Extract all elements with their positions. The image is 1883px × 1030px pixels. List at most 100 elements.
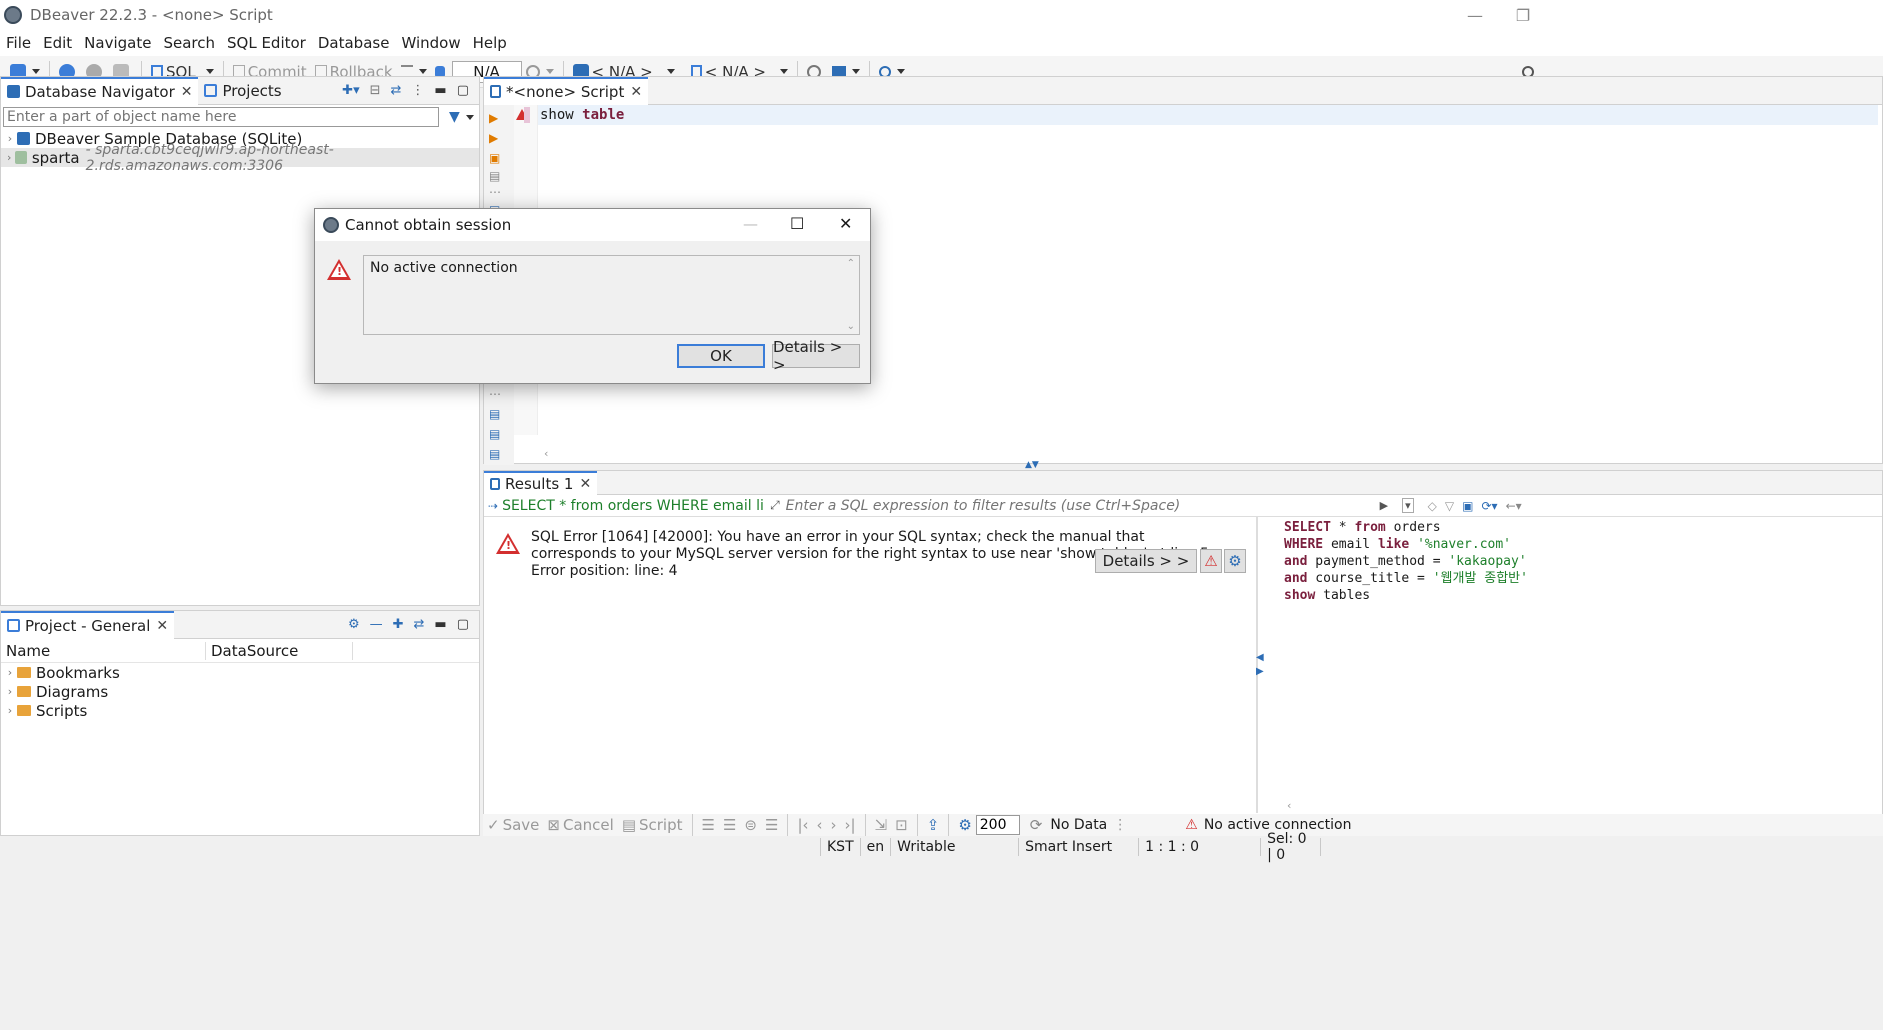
collapse-all-icon[interactable]: ⊟: [370, 83, 381, 98]
view-menu-icon[interactable]: ⋮: [411, 83, 424, 98]
collapse-icon[interactable]: —: [370, 617, 383, 632]
delete-row-icon[interactable]: ☰: [761, 813, 782, 837]
tab-script[interactable]: *<none> Script ✕: [484, 76, 649, 105]
project-item-diagrams[interactable]: › Diagrams: [1, 682, 479, 701]
sql-panel-scrollbar[interactable]: ‹: [1287, 799, 1291, 812]
navigator-icon: [7, 85, 20, 98]
prev-page-icon[interactable]: ‹: [813, 813, 827, 837]
explain-plan-icon[interactable]: ▤: [489, 169, 514, 183]
minimize-panel-icon[interactable]: ▬: [434, 83, 446, 98]
maximize-panel-icon[interactable]: ▢: [457, 83, 469, 98]
error-details-button[interactable]: Details > >: [1095, 549, 1197, 573]
dialog-message-box[interactable]: No active connection ⌃ ⌄: [363, 255, 860, 335]
project-item-bookmarks[interactable]: › Bookmarks: [1, 663, 479, 682]
settings-gear-icon[interactable]: ⚙: [954, 813, 975, 837]
clear-filter-icon[interactable]: ◇: [1428, 499, 1437, 513]
next-page-icon[interactable]: ›: [827, 813, 841, 837]
close-icon[interactable]: ✕: [181, 84, 193, 100]
menu-navigate[interactable]: Navigate: [84, 34, 159, 52]
editor-horizontal-scrollbar[interactable]: ‹: [538, 447, 1878, 461]
filter-settings-icon[interactable]: ▽: [1445, 499, 1454, 513]
results-filter-input[interactable]: [785, 496, 1376, 515]
query-preview-text[interactable]: SELECT * from orders WHERE email like '%…: [502, 498, 764, 514]
sql-file-icon: [490, 85, 501, 98]
save-button[interactable]: ✓ Save: [483, 813, 543, 837]
save-file-icon[interactable]: ▤: [489, 427, 514, 441]
execute-in-tab-icon[interactable]: ▣: [489, 151, 514, 165]
filter-history-icon[interactable]: ▾: [1402, 498, 1414, 513]
filter-icon[interactable]: ▼: [449, 109, 460, 125]
expand-query-icon[interactable]: ⤢: [770, 498, 780, 513]
dialog-minimize-button[interactable]: —: [743, 215, 758, 233]
export-file-icon[interactable]: ▤: [489, 447, 514, 461]
new-connection-icon[interactable]: ✚▾: [342, 83, 359, 98]
minimize-panel-icon[interactable]: ▬: [434, 617, 446, 632]
scroll-up-icon[interactable]: ⌃: [847, 258, 855, 269]
chevron-right-icon[interactable]: ›: [3, 151, 15, 164]
add-row-icon[interactable]: ☰: [719, 813, 740, 837]
sql-text-panel[interactable]: SELECT * from orders WHERE email like '%…: [1284, 519, 1528, 604]
navigator-filter-input[interactable]: [3, 107, 439, 127]
tab-database-navigator[interactable]: Database Navigator ✕: [1, 76, 199, 105]
tab-results-1[interactable]: Results 1 ✕: [484, 470, 598, 495]
column-name[interactable]: Name: [1, 641, 206, 660]
help-icon[interactable]: ⚙: [1224, 549, 1246, 573]
gear-icon[interactable]: ⚙: [348, 617, 360, 632]
dialog-details-button[interactable]: Details > >: [772, 338, 860, 374]
apply-filter-icon[interactable]: ▶: [1380, 499, 1388, 512]
menu-help[interactable]: Help: [473, 34, 515, 52]
chevron-right-icon[interactable]: ›: [3, 704, 17, 717]
menu-window[interactable]: Window: [401, 34, 468, 52]
link-icon[interactable]: ⇄: [414, 617, 425, 632]
chevron-right-icon[interactable]: ›: [3, 132, 17, 145]
fetch-size-input[interactable]: [975, 815, 1020, 835]
column-datasource[interactable]: DataSource: [206, 641, 353, 660]
chevron-right-icon[interactable]: ›: [3, 685, 17, 698]
dialog-maximize-button[interactable]: ☐: [790, 214, 804, 233]
status-warning-icon: ⚠: [1185, 817, 1198, 833]
menu-edit[interactable]: Edit: [43, 34, 80, 52]
close-icon[interactable]: ✕: [156, 618, 168, 634]
scroll-down-icon[interactable]: ⌄: [847, 321, 855, 332]
project-icon: [7, 619, 20, 632]
tree-item-sparta[interactable]: › sparta - sparta.cbt9ceqjwlr9.ap-northe…: [1, 142, 479, 174]
chevron-right-icon[interactable]: ›: [3, 666, 17, 679]
save-filter-icon[interactable]: ▣: [1462, 499, 1473, 513]
restore-button[interactable]: ❐: [1493, 0, 1553, 30]
refresh-icon[interactable]: ⟳▾: [1481, 499, 1497, 513]
link-editor-icon[interactable]: ⇄: [391, 83, 402, 98]
edit-row-icon[interactable]: ☰: [698, 813, 719, 837]
maximize-panel-icon[interactable]: ▢: [457, 617, 469, 632]
dialog-ok-button[interactable]: OK: [677, 344, 765, 368]
panel-toggle-icon[interactable]: ◀ ▶: [1256, 651, 1264, 679]
expand-icon[interactable]: ✚: [393, 617, 404, 632]
error-log-icon[interactable]: ⚠: [1200, 549, 1222, 573]
splitter-handle-icon[interactable]: ▲▼: [1025, 461, 1055, 470]
menu-database[interactable]: Database: [318, 34, 398, 52]
execute-script-icon[interactable]: ▶: [489, 131, 514, 145]
project-item-scripts[interactable]: › Scripts: [1, 701, 479, 720]
first-page-icon[interactable]: |‹: [793, 813, 812, 837]
tab-project-general[interactable]: Project - General ✕: [1, 610, 175, 639]
status-timezone: KST: [820, 838, 860, 856]
dialog-close-button[interactable]: ✕: [839, 214, 852, 233]
last-page-icon[interactable]: ›|: [841, 813, 860, 837]
copy-row-icon[interactable]: ⊜: [740, 813, 761, 837]
fetch-all-icon[interactable]: ⊡: [891, 813, 912, 837]
tab-projects[interactable]: Projects: [198, 77, 287, 105]
menu-file[interactable]: File: [6, 34, 39, 52]
back-icon[interactable]: ←▾: [1506, 499, 1522, 513]
close-icon[interactable]: ✕: [579, 476, 591, 492]
menu-search[interactable]: Search: [163, 34, 223, 52]
editor-current-line[interactable]: show table: [524, 105, 1878, 125]
tab-projects-label: Projects: [222, 81, 282, 100]
script-button[interactable]: ▤ Script: [618, 813, 687, 837]
fetch-next-icon[interactable]: ⇲: [871, 813, 892, 837]
close-icon[interactable]: ✕: [630, 84, 642, 100]
refresh-results-icon[interactable]: ⟳: [1026, 813, 1047, 837]
cancel-button[interactable]: ⊠ Cancel: [543, 813, 617, 837]
menu-sql-editor[interactable]: SQL Editor: [227, 34, 314, 52]
export-data-icon[interactable]: ⇪: [923, 813, 944, 837]
execute-statement-icon[interactable]: ▶: [489, 111, 514, 125]
open-file-icon[interactable]: ▤: [489, 407, 514, 421]
